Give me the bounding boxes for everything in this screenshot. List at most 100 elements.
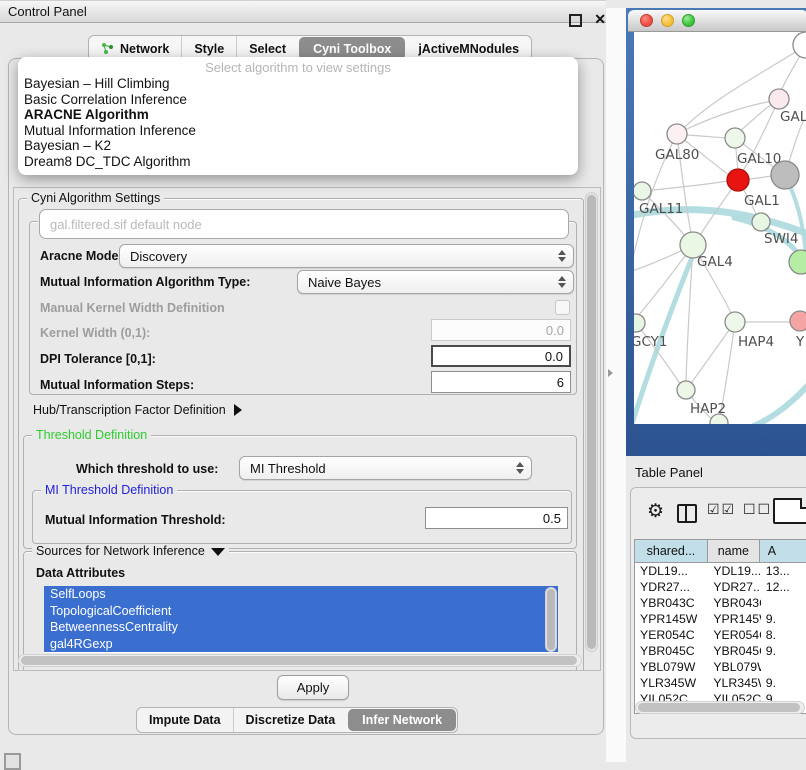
dpi-tolerance-label: DPI Tolerance [0,1]: — [40, 352, 156, 366]
sources-expander[interactable]: Sources for Network Inference — [32, 544, 229, 558]
network-canvas[interactable]: GALGAL80GAL10GAL1GAL11SWI4GAL4GCY1YHAP4H… — [634, 32, 806, 424]
table-row[interactable]: YER054CYER054C8. — [635, 627, 806, 643]
apply-button[interactable]: Apply — [277, 675, 349, 700]
data-attribute-item[interactable]: BetweennessCentrality — [44, 619, 558, 636]
manual-kernel-checkbox[interactable] — [555, 300, 570, 315]
close-traffic-light-icon[interactable] — [640, 14, 653, 27]
table-cell: YBR043C — [635, 595, 708, 611]
hub-definition-expander[interactable]: Hub/Transcription Factor Definition — [33, 403, 242, 417]
network-edge — [677, 101, 774, 134]
sources-group: Sources for Network Inference Data Attri… — [23, 551, 577, 671]
table-body: YDL19...YDL19...13...YDR27...YDR27...12.… — [635, 563, 806, 707]
close-icon[interactable]: ✕ — [594, 11, 606, 28]
table-column-header[interactable]: name — [708, 540, 760, 562]
network-node-label: Y — [795, 334, 805, 350]
aracne-mode-label: Aracne Mode: — [40, 249, 123, 263]
table-cell: 13... — [761, 563, 806, 579]
float-window-icon[interactable] — [569, 14, 582, 27]
zoom-traffic-light-icon[interactable] — [682, 14, 695, 27]
tab-discretize-data[interactable]: Discretize Data — [233, 708, 348, 732]
network-selector-combo[interactable]: gal.filtered.sif default node — [39, 209, 569, 239]
dropdown-item[interactable]: Dream8 DC_TDC Algorithm — [18, 154, 578, 170]
network-node-gal[interactable] — [769, 89, 789, 109]
network-node-label: GAL4 — [697, 254, 733, 270]
settings-vertical-scrollbar[interactable] — [585, 192, 598, 652]
aracne-mode-combo[interactable]: Discovery — [119, 244, 574, 268]
table-row[interactable]: YBL079WYBL079W — [635, 659, 806, 675]
tab-impute-data[interactable]: Impute Data — [137, 708, 233, 732]
table-cell: YER054C — [708, 627, 760, 643]
table-cell: YLR345W — [635, 675, 708, 691]
table-cell: YPR145W — [708, 611, 760, 627]
cyni-bottom-tab-bar: Impute Data Discretize Data Infer Networ… — [136, 707, 458, 733]
network-node[interactable] — [789, 250, 806, 274]
mi-threshold-field[interactable]: 0.5 — [425, 507, 568, 529]
list-vertical-scrollbar[interactable] — [545, 587, 557, 652]
network-node-hap4[interactable] — [725, 312, 745, 332]
gear-icon[interactable]: ⚙ — [647, 500, 664, 523]
data-attribute-item[interactable]: gal4RGexp — [44, 636, 558, 653]
table-column-header[interactable]: A — [760, 540, 806, 562]
network-node-gcy1[interactable] — [634, 314, 645, 332]
network-node-label: GCY1 — [634, 334, 668, 350]
mi-algorithm-type-combo[interactable]: Naive Bayes — [297, 270, 574, 294]
mi-threshold-label: Mutual Information Threshold: — [45, 513, 226, 527]
dpi-tolerance-field[interactable]: 0.0 — [431, 345, 571, 367]
minimize-traffic-light-icon[interactable] — [661, 14, 674, 27]
table-row[interactable]: YPR145WYPR145W9. — [635, 611, 806, 627]
algorithm-dropdown[interactable]: Select algorithm to view settings Bayesi… — [18, 57, 578, 175]
dropdown-item[interactable]: Mutual Information Inference — [18, 123, 578, 139]
page-icon[interactable] — [773, 498, 806, 524]
network-node-label: GAL11 — [639, 201, 683, 217]
dropdown-item[interactable]: Basic Correlation Inference — [18, 92, 578, 108]
dropdown-item[interactable]: Bayesian – K2 — [18, 138, 578, 154]
network-node-gal11[interactable] — [634, 182, 651, 200]
network-edge — [692, 322, 735, 382]
tab-infer-network[interactable]: Infer Network — [348, 709, 456, 731]
network-node-hap2[interactable] — [677, 381, 695, 399]
network-icon — [101, 42, 115, 55]
which-threshold-combo[interactable]: MI Threshold — [239, 456, 532, 480]
table-cell: YBR045C — [635, 643, 708, 659]
checked-columns-icon[interactable]: ☑☑ — [707, 501, 736, 518]
table-column-header[interactable]: shared... — [635, 540, 708, 562]
settings-horizontal-scrollbar[interactable] — [18, 654, 582, 667]
data-attributes-label: Data Attributes — [36, 566, 125, 580]
combo-spinner-icon — [514, 457, 526, 479]
table-row[interactable]: YLR345WYLR345W9. — [635, 675, 806, 691]
table-row[interactable]: YBR043CYBR043C — [635, 595, 806, 611]
data-attribute-item[interactable]: TopologicalCoefficient — [44, 603, 558, 620]
network-edge — [732, 376, 806, 424]
network-node-label: HAP4 — [738, 334, 774, 350]
network-node-gal1[interactable] — [727, 169, 749, 191]
which-threshold-label: Which threshold to use: — [76, 462, 218, 476]
network-node[interactable] — [771, 161, 799, 189]
group-title: Cyni Algorithm Settings — [27, 191, 164, 205]
network-node-gal80[interactable] — [667, 124, 687, 144]
table-row[interactable]: YDR27...YDR27...12... — [635, 579, 806, 595]
algorithm-definition-group: Algorithm Definition Aracne Mode: Discov… — [29, 221, 577, 395]
mi-steps-field[interactable]: 6 — [431, 371, 571, 393]
network-node-y[interactable] — [790, 311, 806, 331]
splitter-handle[interactable] — [608, 369, 614, 378]
table-cell: YLR345W — [708, 675, 760, 691]
table-cell: YPR145W — [635, 611, 708, 627]
table-cell: 9. — [761, 643, 806, 659]
table-cell: 9. — [761, 675, 806, 691]
network-node-swi4[interactable] — [752, 213, 770, 231]
unchecked-columns-icon[interactable]: ☐☐ — [743, 501, 772, 518]
mi-threshold-definition-group: MI Threshold Definition Mutual Informati… — [32, 490, 572, 544]
table-horizontal-scrollbar[interactable] — [635, 701, 805, 714]
network-node[interactable] — [793, 32, 806, 58]
control-panel-title: Control Panel — [8, 4, 87, 19]
kernel-width-field[interactable]: 0.0 — [431, 319, 571, 341]
network-node-gal10[interactable] — [725, 128, 745, 148]
data-attribute-item[interactable]: SelfLoops — [44, 586, 558, 603]
dropdown-item[interactable]: ARACNE Algorithm — [18, 107, 578, 123]
dropdown-item[interactable]: Bayesian – Hill Climbing — [18, 76, 578, 92]
network-window-titlebar[interactable] — [628, 10, 806, 32]
table-row[interactable]: YBR045CYBR045C9. — [635, 643, 806, 659]
table-panel: ⚙ ☑☑ ☐☐ shared...nameA YDL19...YDL19...1… — [630, 487, 806, 739]
columns-icon[interactable] — [677, 504, 697, 523]
table-row[interactable]: YDL19...YDL19...13... — [635, 563, 806, 579]
